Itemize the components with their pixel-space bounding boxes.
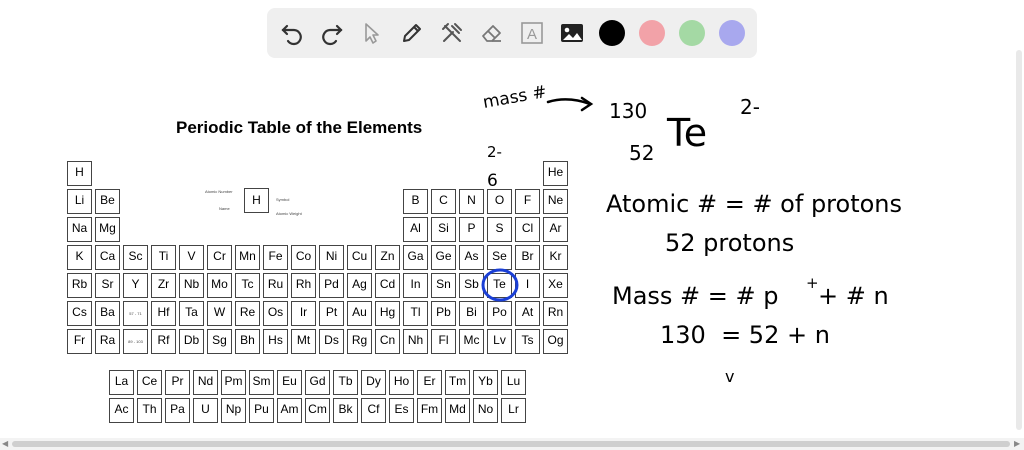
te-highlight-circle bbox=[481, 268, 519, 302]
note-line-3-right: + # n bbox=[818, 282, 889, 310]
isotope-mass-number: 130 bbox=[609, 99, 647, 123]
isotope-charge: 2- bbox=[740, 95, 760, 119]
vertical-scrollbar[interactable] bbox=[1016, 50, 1022, 430]
margin-charge: 2- bbox=[487, 143, 502, 161]
scroll-right-arrow-icon[interactable]: ▶ bbox=[1014, 439, 1020, 448]
note-line-3-sup: + bbox=[806, 274, 819, 292]
note-line-2: 52 protons bbox=[665, 229, 794, 257]
note-line-3-left: Mass # = # p bbox=[612, 282, 779, 310]
horizontal-scroll-thumb[interactable] bbox=[12, 441, 1010, 447]
note-line-4: 130 = 52 + n bbox=[660, 321, 830, 349]
margin-group: 6 bbox=[487, 171, 498, 191]
note-line-5: v bbox=[725, 367, 734, 386]
handwriting-layer: 2- 6 mass # 130 52 Te 2- Atomic # = # of… bbox=[481, 82, 902, 386]
mass-label: mass # bbox=[481, 82, 548, 113]
isotope-symbol: Te bbox=[666, 111, 707, 155]
isotope-atomic-number: 52 bbox=[629, 141, 654, 165]
note-line-1: Atomic # = # of protons bbox=[606, 190, 902, 218]
scroll-left-arrow-icon[interactable]: ◀ bbox=[2, 439, 8, 448]
